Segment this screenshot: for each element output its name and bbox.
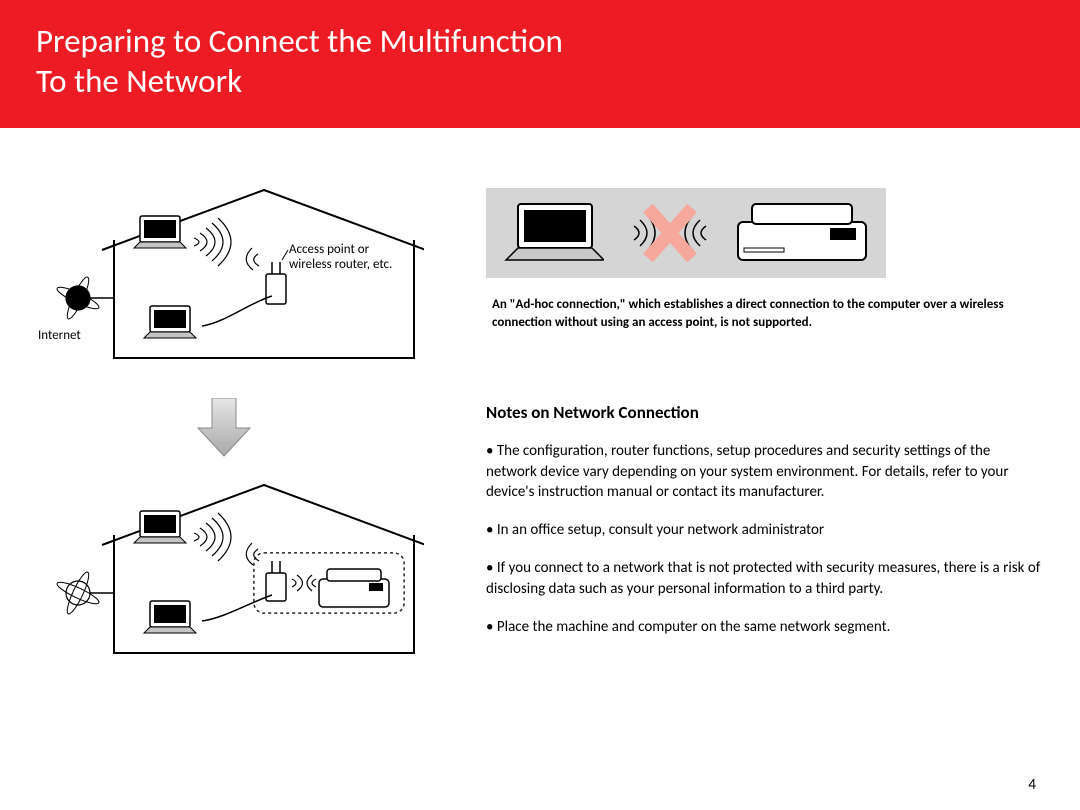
notes-heading: Notes on Network Connection bbox=[486, 402, 1044, 423]
notes-list: The configuration, router functions, set… bbox=[486, 441, 1044, 637]
access-point-label: Access point or wireless router, etc. bbox=[289, 243, 392, 273]
down-arrow-icon bbox=[196, 398, 252, 458]
adhoc-note-text: An "Ad-hoc connection," which establishe… bbox=[486, 296, 1044, 332]
page-title: Preparing to Connect the Multifunction T… bbox=[36, 22, 1044, 101]
page-header: Preparing to Connect the Multifunction T… bbox=[0, 0, 1080, 128]
blocked-wifi-icon bbox=[610, 200, 724, 266]
ap-label-line-2: wireless router, etc. bbox=[289, 257, 392, 272]
internet-label: Internet bbox=[38, 328, 81, 343]
text-column: An "Ad-hoc connection," which establishe… bbox=[476, 188, 1044, 663]
diagram-column: Internet Access point or wireless router… bbox=[36, 188, 476, 663]
note-item: Place the machine and computer on the sa… bbox=[486, 617, 1044, 637]
title-line-2: To the Network bbox=[36, 61, 242, 101]
network-after-diagram bbox=[44, 483, 456, 663]
network-before-diagram: Internet Access point or wireless router… bbox=[44, 188, 456, 368]
laptop-icon bbox=[500, 200, 604, 266]
printer-icon bbox=[730, 200, 872, 266]
adhoc-unsupported-diagram bbox=[486, 188, 886, 278]
house-top-svg bbox=[44, 188, 424, 368]
content-area: Internet Access point or wireless router… bbox=[0, 128, 1080, 663]
note-item: If you connect to a network that is not … bbox=[486, 558, 1044, 599]
note-item: The configuration, router functions, set… bbox=[486, 441, 1044, 502]
title-line-1: Preparing to Connect the Multifunction bbox=[36, 21, 563, 61]
ap-label-line-1: Access point or bbox=[289, 242, 369, 257]
page-number: 4 bbox=[1028, 776, 1036, 794]
note-item: In an office setup, consult your network… bbox=[486, 520, 1044, 540]
house-bottom-svg bbox=[44, 483, 424, 663]
